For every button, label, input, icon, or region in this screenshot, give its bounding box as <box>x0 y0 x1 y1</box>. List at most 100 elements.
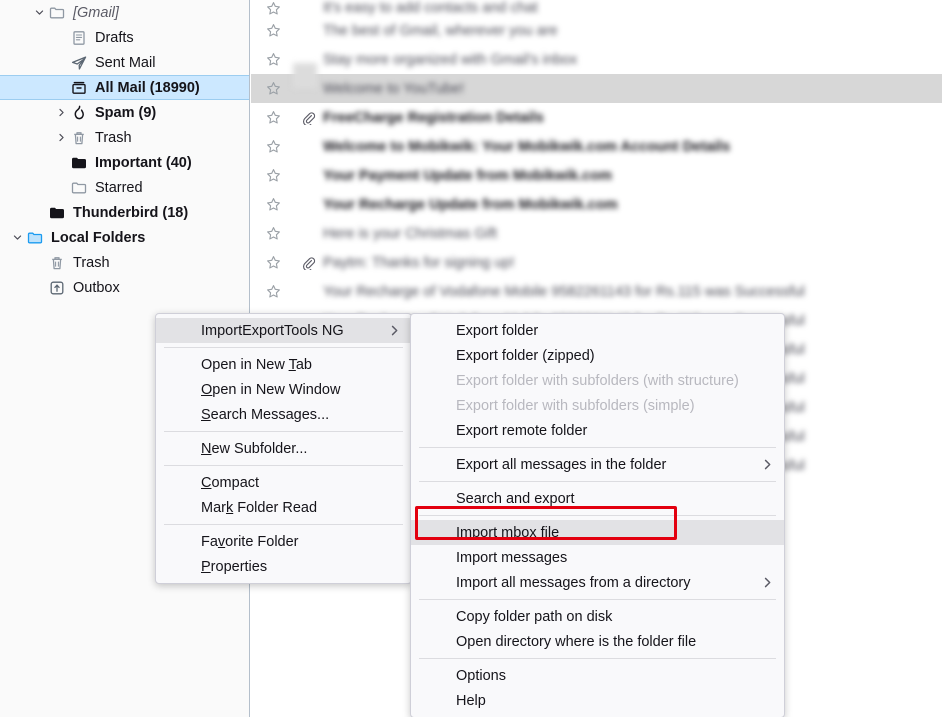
folder-row-trash[interactable]: Trash <box>0 125 249 150</box>
menu-item-import-messages[interactable]: Import messages <box>411 545 784 570</box>
menu-item-label: Import mbox file <box>456 524 560 541</box>
folder-row-sent-mail[interactable]: Sent Mail <box>0 50 249 75</box>
menu-item-new-subfolder[interactable]: New Subfolder... <box>156 436 411 461</box>
menu-separator <box>419 599 776 600</box>
chevron-right-icon[interactable] <box>54 132 68 143</box>
folder-row-gmail[interactable]: [Gmail] <box>0 0 249 25</box>
folder-label: Important (40) <box>95 154 192 171</box>
folder-row-local-folders[interactable]: Local Folders <box>0 225 249 250</box>
scrollbar-thumb[interactable] <box>293 63 317 88</box>
message-subject: FreeCharge Registration Details <box>323 109 544 126</box>
menu-item-export-folder-with-subfolders-simple: Export folder with subfolders (simple) <box>411 393 784 418</box>
message-row[interactable]: Paytm: Thanks for signing up! <box>251 248 942 277</box>
folder-row-drafts[interactable]: Drafts <box>0 25 249 50</box>
menu-separator <box>164 524 403 525</box>
thunderbird-window: [Gmail] Drafts Sent Mail All Mail (18990) Sp… <box>0 0 942 717</box>
menu-separator <box>164 465 403 466</box>
menu-item-export-all-messages-in-the-folder[interactable]: Export all messages in the folder <box>411 452 784 477</box>
folder-icon <box>46 5 68 21</box>
menu-item-help[interactable]: Help <box>411 688 784 713</box>
menu-item-label: New Subfolder... <box>201 440 308 457</box>
folder-row-starred[interactable]: Starred <box>0 175 249 200</box>
message-subject: Your Recharge Update from Mobikwik.com <box>323 196 618 213</box>
star-icon[interactable] <box>251 255 295 270</box>
menu-item-copy-folder-path-on-disk[interactable]: Copy folder path on disk <box>411 604 784 629</box>
star-icon[interactable] <box>251 1 295 16</box>
message-row[interactable]: It's easy to add contacts and chat <box>251 0 942 16</box>
folder-label: Local Folders <box>51 229 146 246</box>
menu-item-importexporttools-ng[interactable]: ImportExportTools NG <box>156 318 411 343</box>
star-icon[interactable] <box>251 81 295 96</box>
folder-row-thunderbird-18[interactable]: Thunderbird (18) <box>0 200 249 225</box>
menu-item-label: Export folder with subfolders (with stru… <box>456 372 739 389</box>
importexporttools-ng-submenu[interactable]: Export folder Export folder (zipped) Expor… <box>410 313 785 717</box>
message-subject: Paytm: Thanks for signing up! <box>323 254 515 271</box>
folder-dark-icon <box>46 205 68 221</box>
menu-item-open-directory-where-is-the-folder-file[interactable]: Open directory where is the folder file <box>411 629 784 654</box>
star-icon[interactable] <box>251 226 295 241</box>
menu-item-label: Import messages <box>456 549 568 566</box>
folder-label: All Mail (18990) <box>95 79 200 96</box>
menu-item-export-folder-zipped[interactable]: Export folder (zipped) <box>411 343 784 368</box>
menu-item-import-mbox-file[interactable]: Import mbox file <box>411 520 784 545</box>
message-row[interactable]: Stay more organized with Gmail's inbox <box>251 45 942 74</box>
outbox-icon <box>46 280 68 296</box>
menu-item-favorite-folder[interactable]: Favorite Folder <box>156 529 411 554</box>
menu-item-export-remote-folder[interactable]: Export remote folder <box>411 418 784 443</box>
folder-row-trash[interactable]: Trash <box>0 250 249 275</box>
message-row[interactable]: FreeCharge Registration Details <box>251 103 942 132</box>
star-icon[interactable] <box>251 197 295 212</box>
message-row[interactable]: Your Payment Update from Mobikwik.com <box>251 161 942 190</box>
folder-context-menu[interactable]: ImportExportTools NG Open in New Tab Open … <box>155 313 412 584</box>
menu-item-mark-folder-read[interactable]: Mark Folder Read <box>156 495 411 520</box>
menu-item-label: Compact <box>201 474 260 491</box>
trash-icon <box>46 255 68 271</box>
menu-item-import-all-messages-from-a-directory[interactable]: Import all messages from a directory <box>411 570 784 595</box>
spam-icon <box>68 105 90 121</box>
menu-item-label: Export remote folder <box>456 422 588 439</box>
message-row[interactable]: The best of Gmail, wherever you are <box>251 16 942 45</box>
message-row[interactable]: Welcome to YouTube! <box>251 74 942 103</box>
menu-item-open-in-new-tab[interactable]: Open in New Tab <box>156 352 411 377</box>
menu-item-label: Properties <box>201 558 268 575</box>
menu-separator <box>419 658 776 659</box>
folder-row-important-40[interactable]: Important (40) <box>0 150 249 175</box>
menu-item-properties[interactable]: Properties <box>156 554 411 579</box>
menu-item-label: Help <box>456 692 486 709</box>
menu-item-label: Open directory where is the folder file <box>456 633 697 650</box>
folder-row-spam-9[interactable]: Spam (9) <box>0 100 249 125</box>
star-icon[interactable] <box>251 23 295 38</box>
folder-label: Trash <box>73 254 110 271</box>
menu-item-label: Export folder <box>456 322 539 339</box>
menu-item-compact[interactable]: Compact <box>156 470 411 495</box>
attachment-icon <box>295 256 323 270</box>
folder-row-all-mail-18990[interactable]: All Mail (18990) <box>0 75 249 100</box>
menu-item-label: Mark Folder Read <box>201 499 318 516</box>
folder-row-outbox[interactable]: Outbox <box>0 275 249 300</box>
star-icon[interactable] <box>251 139 295 154</box>
menu-separator <box>164 347 403 348</box>
menu-item-label: Export folder with subfolders (simple) <box>456 397 695 414</box>
trash-icon <box>68 130 90 146</box>
message-subject: Your Recharge of Vodafone Mobile 9582261… <box>323 283 805 300</box>
menu-item-search-messages[interactable]: Search Messages... <box>156 402 411 427</box>
menu-item-options[interactable]: Options <box>411 663 784 688</box>
star-icon[interactable] <box>251 52 295 67</box>
star-icon[interactable] <box>251 110 295 125</box>
message-row[interactable]: Your Recharge Update from Mobikwik.com <box>251 190 942 219</box>
folder-label: Spam (9) <box>95 104 157 121</box>
chevron-down-icon[interactable] <box>32 7 46 18</box>
menu-separator <box>419 515 776 516</box>
menu-item-open-in-new-window[interactable]: Open in New Window <box>156 377 411 402</box>
message-row[interactable]: Welcome to Mobikwik: Your Mobikwik.com A… <box>251 132 942 161</box>
menu-item-export-folder-with-subfolders-with-structure: Export folder with subfolders (with stru… <box>411 368 784 393</box>
message-row[interactable]: Here is your Christmas Gift <box>251 219 942 248</box>
message-row[interactable]: Your Recharge of Vodafone Mobile 9582261… <box>251 277 942 306</box>
star-icon[interactable] <box>251 284 295 299</box>
menu-item-export-folder[interactable]: Export folder <box>411 318 784 343</box>
chevron-right-icon[interactable] <box>54 107 68 118</box>
chevron-right-icon <box>388 324 401 337</box>
chevron-down-icon[interactable] <box>10 232 24 243</box>
menu-item-search-and-export[interactable]: Search and export <box>411 486 784 511</box>
star-icon[interactable] <box>251 168 295 183</box>
